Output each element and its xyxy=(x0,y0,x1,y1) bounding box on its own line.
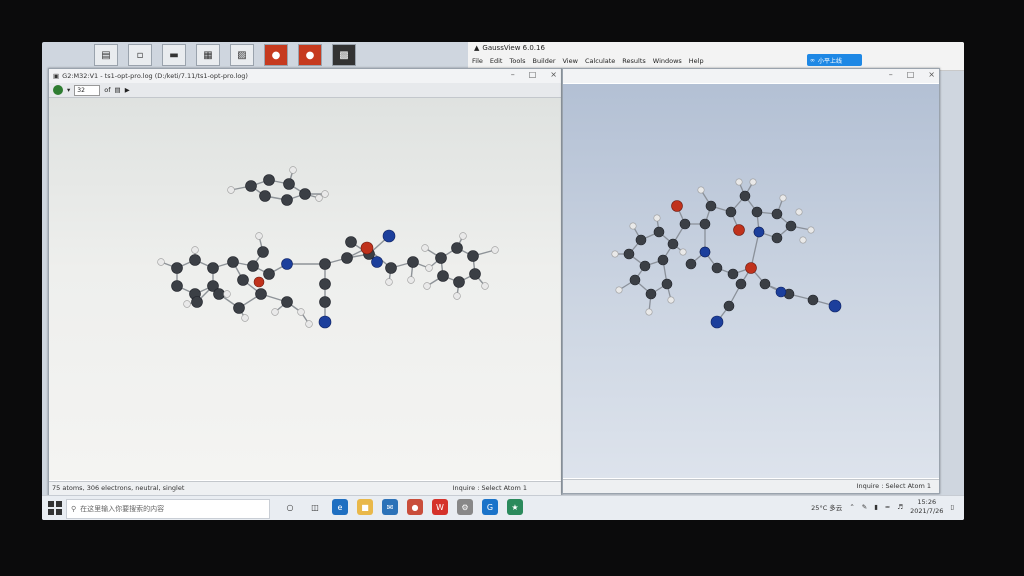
shortcut-icon[interactable]: ▦ xyxy=(196,44,220,66)
left-window-toolbar: ▾ 32 of ▤ ▶ xyxy=(49,83,561,98)
molecule-left xyxy=(157,166,499,329)
menu-calculate[interactable]: Calculate xyxy=(585,57,615,65)
inquire-status: Inquire : Select Atom 1 xyxy=(856,482,931,490)
settings-icon[interactable]: ⚙ xyxy=(457,499,473,515)
wps-icon[interactable]: W xyxy=(432,499,448,515)
volume-icon[interactable]: ♬ xyxy=(897,503,903,511)
task-view-icon[interactable]: ◫ xyxy=(307,499,323,515)
menu-tools[interactable]: Tools xyxy=(509,57,525,65)
link-icon: ∞ xyxy=(810,56,815,64)
meeting-badge[interactable]: ∞ 小平上线 xyxy=(807,54,862,66)
right-window-controls: – □ × xyxy=(889,70,935,79)
app-avatar-icon[interactable]: ● xyxy=(407,499,423,515)
menu-edit[interactable]: Edit xyxy=(490,57,503,65)
monitor-screen: ▤ ▫ ▬ ▦ ▨ ● ● ▩ ▲ GaussView 6.0.16 File … xyxy=(42,42,964,520)
menu-windows[interactable]: Windows xyxy=(653,57,682,65)
qr-icon[interactable]: ▩ xyxy=(332,44,356,66)
left-window-titlebar[interactable]: ▣ G2:M32:V1 - ts1-opt-pro.log (D:/keti/7… xyxy=(49,69,561,83)
gaussview-menubar: File Edit Tools Builder View Calculate R… xyxy=(472,57,704,65)
windows-taskbar: ⚲ 在这里输入你要搜索的内容 ○ ◫ e ■ ✉ ● W ⚙ G ★ 25°C … xyxy=(42,495,964,520)
system-tray: 25°C 多云 ⌃ ✎ ▮ ≈ ♬ 15:26 2021/7/26 ▯ xyxy=(811,498,954,516)
molecule-viewport-left[interactable] xyxy=(49,98,561,480)
molecule-viewport-right[interactable] xyxy=(563,84,939,478)
file-icon[interactable]: ▬ xyxy=(162,44,186,66)
maximize-button[interactable]: □ xyxy=(907,70,915,79)
mail-icon[interactable]: ✉ xyxy=(382,499,398,515)
taskbar-apps: ○ ◫ e ■ ✉ ● W ⚙ G ★ xyxy=(282,499,523,515)
molecule-right xyxy=(611,178,842,329)
chevron-up-icon[interactable]: ⌃ xyxy=(849,503,854,511)
notification-icon[interactable]: ▯ xyxy=(950,503,954,511)
molecule-window-right: – □ × Inquire: Select Atom 1 xyxy=(562,68,940,494)
minimize-button[interactable]: – xyxy=(889,70,893,79)
taskbar-search-input[interactable]: ⚲ 在这里输入你要搜索的内容 xyxy=(66,499,270,519)
play-icon[interactable]: ▶ xyxy=(125,86,130,94)
file-explorer-icon[interactable]: ■ xyxy=(357,499,373,515)
left-window-statusbar: 75 atoms, 306 electrons, neutral, single… xyxy=(49,481,561,495)
inquire-status: Inquire : Select Atom 1 xyxy=(452,484,527,492)
menu-view[interactable]: View xyxy=(563,57,578,65)
minimize-button[interactable]: – xyxy=(511,70,515,79)
image-icon[interactable]: ▨ xyxy=(230,44,254,66)
edge-icon[interactable]: e xyxy=(332,499,348,515)
pen-icon[interactable]: ✎ xyxy=(862,503,867,511)
network-app-icon[interactable]: ★ xyxy=(507,499,523,515)
gaussview-main-window: ▲ GaussView 6.0.16 File Edit Tools Build… xyxy=(468,42,964,71)
chevron-down-icon[interactable]: ▾ xyxy=(67,86,70,94)
maximize-button[interactable]: □ xyxy=(529,70,537,79)
frame-spinbox[interactable]: 32 xyxy=(74,84,101,96)
desktop-icon-row: ▤ ▫ ▬ ▦ ▨ ● ● ▩ xyxy=(94,44,356,68)
color-circle-icon[interactable] xyxy=(53,85,63,95)
windows-start-icon[interactable] xyxy=(48,501,62,515)
right-window-titlebar[interactable]: – □ × xyxy=(563,69,939,83)
cortana-icon[interactable]: ○ xyxy=(282,499,298,515)
gaussview-logo-icon: ▲ xyxy=(474,44,480,52)
close-button[interactable]: × xyxy=(928,70,935,79)
menu-help[interactable]: Help xyxy=(689,57,704,65)
weather-text[interactable]: 25°C 多云 xyxy=(811,502,842,512)
search-icon: ⚲ xyxy=(71,505,77,513)
pdf-icon[interactable]: ▤ xyxy=(94,44,118,66)
left-window-controls: – □ × xyxy=(511,70,557,79)
wifi-icon[interactable]: ≈ xyxy=(885,503,890,511)
frames-icon[interactable]: ▤ xyxy=(115,86,121,94)
menu-file[interactable]: File xyxy=(472,57,483,65)
right-window-statusbar: Inquire : Select Atom 1 xyxy=(563,479,939,493)
taskbar-clock[interactable]: 15:26 2021/7/26 xyxy=(910,498,943,516)
of-label: of xyxy=(104,86,111,94)
molecule-window-left: ▣ G2:M32:V1 - ts1-opt-pro.log (D:/keti/7… xyxy=(48,68,562,496)
doc-icon[interactable]: ▫ xyxy=(128,44,152,66)
close-button[interactable]: × xyxy=(550,70,557,79)
window-icon: ▣ xyxy=(53,72,60,80)
menu-results[interactable]: Results xyxy=(622,57,645,65)
menu-builder[interactable]: Builder xyxy=(533,57,556,65)
app-red-icon[interactable]: ● xyxy=(298,44,322,66)
battery-icon[interactable]: ▮ xyxy=(874,503,878,511)
app-icon[interactable]: ● xyxy=(264,44,288,66)
gaussian-icon[interactable]: G xyxy=(482,499,498,515)
molecule-summary: 75 atoms, 306 electrons, neutral, single… xyxy=(52,484,185,492)
gaussview-title: ▲ GaussView 6.0.16 xyxy=(474,44,545,52)
